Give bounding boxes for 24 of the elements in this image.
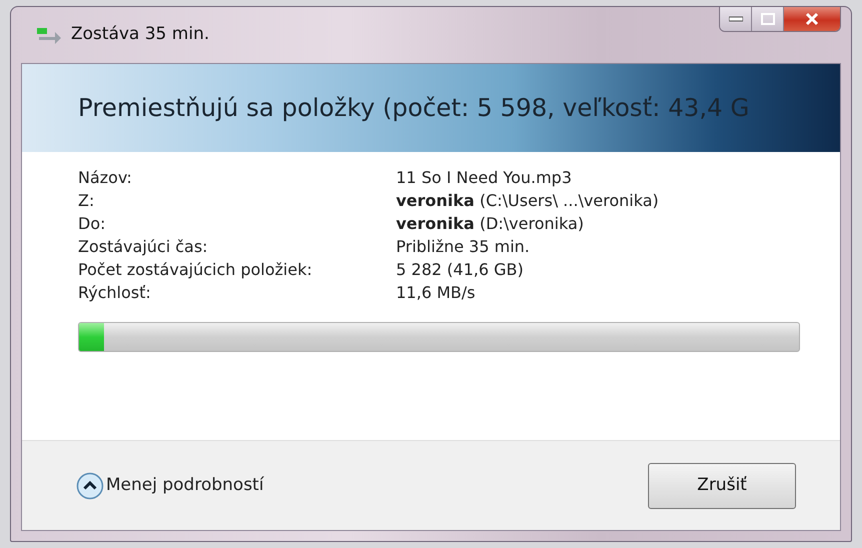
field-value: veronika (D:\veronika) [396, 213, 585, 235]
operation-title: Premiestňujú sa položky (počet: 5 598, veľkosť: 43,4 G [78, 92, 750, 124]
move-arrow-icon [35, 25, 63, 45]
field-label: Rýchlosť: [78, 282, 152, 304]
field-label: Z: [78, 190, 96, 212]
field-value: 5 282 (41,6 GB) [396, 259, 524, 281]
chevron-icon [76, 472, 104, 500]
maximize-icon [760, 13, 774, 25]
field-label: Názov: [78, 167, 133, 189]
field-label: Počet zostávajúcich položiek: [78, 259, 314, 281]
maximize-button[interactable] [752, 7, 784, 31]
field-value: 11 So I Need You.mp3 [396, 167, 573, 189]
field-label: Zostávajúci čas: [78, 236, 209, 258]
field-value: 11,6 MB/s [396, 282, 476, 304]
minimize-button[interactable] [720, 7, 752, 31]
minimize-icon [728, 16, 742, 22]
field-label: Do: [78, 213, 106, 235]
less-details-toggle[interactable]: Menej podrobností [76, 472, 264, 500]
window-title: Zostáva 35 min. [71, 23, 210, 46]
close-icon [805, 12, 819, 26]
close-button[interactable] [784, 7, 840, 31]
cancel-button[interactable]: Zrušiť [648, 462, 796, 508]
field-value: Približne 35 min. [396, 236, 531, 258]
field-value: veronika (C:\Users\ ...\veronika) [396, 190, 660, 212]
